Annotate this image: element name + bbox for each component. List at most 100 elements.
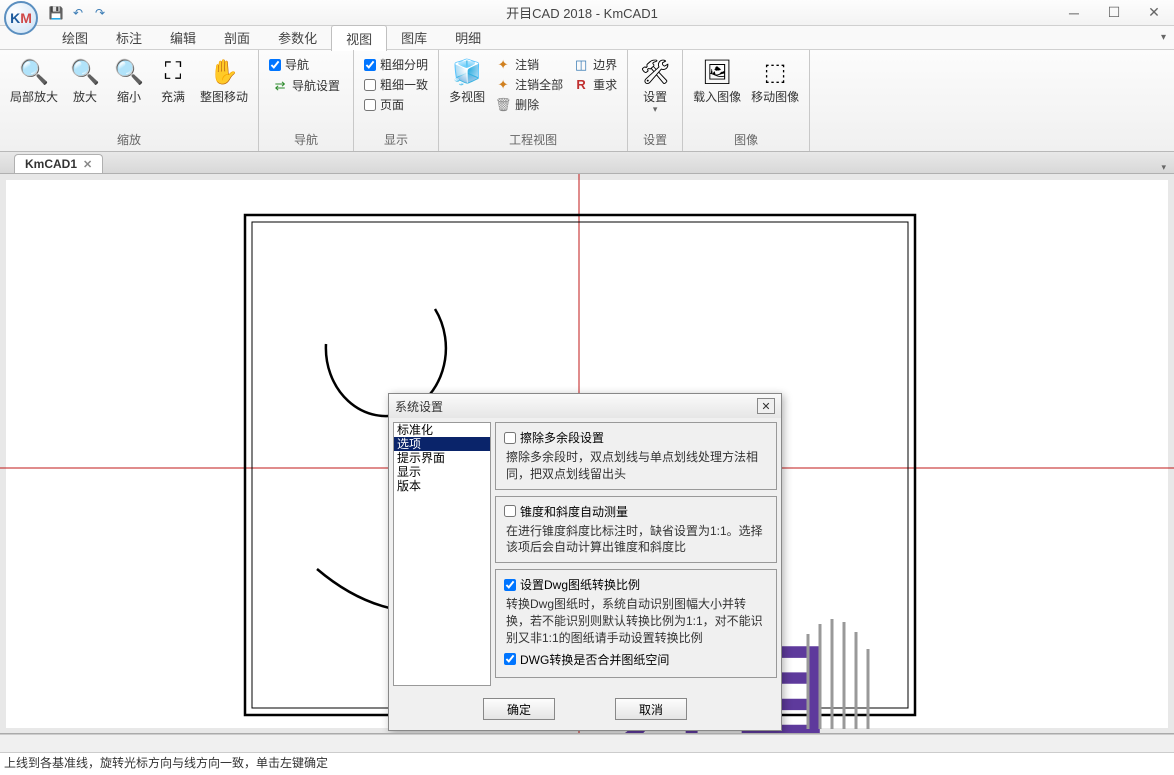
thick-thin-clear-checkbox[interactable]: 粗细分明: [364, 56, 428, 73]
ribbon: 🔍局部放大 🔍放大 🔍缩小 ⛶充满 ✋整图移动 缩放 导航 ⇄导航设置 导航 粗…: [0, 50, 1174, 152]
status-bar: 上线到各基准线，旋转光标方向与线方向一致，单击左键确定: [0, 752, 1174, 772]
dialog-title-bar[interactable]: 系统设置 ✕: [389, 394, 781, 418]
dwg-desc: 转换Dwg图纸时，系统自动识别图幅大小并转换，若不能识别则默认转换比例为1:1，…: [504, 596, 768, 646]
delete-button[interactable]: 🗑删除: [492, 95, 566, 114]
ribbon-group-zoom: 🔍局部放大 🔍放大 🔍缩小 ⛶充满 ✋整图移动 缩放: [0, 50, 259, 151]
menu-edit[interactable]: 编辑: [156, 25, 210, 50]
menu-library[interactable]: 图库: [387, 25, 441, 50]
system-settings-dialog: 系统设置 ✕ 标准化 选项 提示界面 显示 版本 擦除多余段设置 擦除多余段时，…: [388, 393, 782, 731]
undo-icon[interactable]: ↶: [68, 3, 88, 23]
zoom-region-icon: 🔍: [18, 56, 50, 88]
zoom-out-icon: 🔍: [113, 56, 145, 88]
nav-checkbox[interactable]: 导航: [269, 56, 343, 73]
logout-all-button[interactable]: ✦注销全部: [492, 75, 566, 94]
menu-detail[interactable]: 明细: [441, 25, 495, 50]
sidebar-item-display[interactable]: 显示: [394, 465, 490, 479]
menu-draw[interactable]: 绘图: [48, 25, 102, 50]
pan-icon: ✋: [208, 56, 240, 88]
document-tabs: KmCAD1 ✕ ▾: [0, 152, 1174, 174]
logout-button[interactable]: ✦注销: [492, 55, 566, 74]
sidebar-item-options[interactable]: 选项: [394, 437, 490, 451]
app-icon: KM: [4, 1, 38, 35]
delete-icon: 🗑: [495, 97, 511, 113]
erase-segments-desc: 擦除多余段时，双点划线与单点划线处理方法相同，把双点划线留出头: [504, 449, 768, 483]
boundary-icon: ◫: [573, 57, 589, 73]
sidebar-item-standard[interactable]: 标准化: [394, 423, 490, 437]
nav-settings-icon: ⇄: [272, 78, 288, 94]
load-image-icon: 🖼: [701, 56, 733, 88]
settings-button[interactable]: 🛠设置▾: [634, 54, 676, 117]
menu-bar: 绘图 标注 编辑 剖面 参数化 视图 图库 明细 ▾: [0, 26, 1174, 50]
taper-desc: 在进行锥度斜度比标注时，缺省设置为1:1。选择该项后会自动计算出锥度和斜度比: [504, 523, 768, 557]
option-erase-segments: 擦除多余段设置 擦除多余段时，双点划线与单点划线处理方法相同，把双点划线留出头: [495, 422, 777, 490]
load-image-button[interactable]: 🖼载入图像: [689, 54, 745, 106]
dwg-ratio-checkbox[interactable]: 设置Dwg图纸转换比例: [504, 576, 768, 593]
redo-icon[interactable]: ↷: [90, 3, 110, 23]
option-dwg: 设置Dwg图纸转换比例 转换Dwg图纸时，系统自动识别图幅大小并转换，若不能识别…: [495, 569, 777, 677]
menu-annotate[interactable]: 标注: [102, 25, 156, 50]
maximize-button[interactable]: ☐: [1094, 0, 1134, 26]
dialog-close-button[interactable]: ✕: [757, 398, 775, 414]
document-tab-label: KmCAD1: [25, 157, 77, 171]
resolve-button[interactable]: R重求: [570, 75, 620, 94]
group-label-engview: 工程视图: [445, 129, 621, 151]
zoom-in-icon: 🔍: [69, 56, 101, 88]
dialog-sidebar: 标准化 选项 提示界面 显示 版本: [393, 422, 491, 686]
menu-dropdown-icon[interactable]: ▾: [1161, 32, 1166, 43]
ribbon-group-image: 🖼载入图像 ⬚移动图像 图像: [683, 50, 810, 151]
sidebar-item-version[interactable]: 版本: [394, 479, 490, 493]
tab-close-icon[interactable]: ✕: [83, 158, 92, 171]
multiview-icon: 🧊: [451, 56, 483, 88]
ok-button[interactable]: 确定: [483, 698, 555, 720]
dwg-merge-checkbox[interactable]: DWG转换是否合并图纸空间: [504, 651, 768, 668]
sidebar-item-hints[interactable]: 提示界面: [394, 451, 490, 465]
nav-settings-button[interactable]: ⇄导航设置: [269, 76, 343, 95]
status-separator: [0, 734, 1174, 752]
quick-access-toolbar: 💾 ↶ ↷: [46, 3, 110, 23]
dialog-title: 系统设置: [395, 398, 443, 415]
pan-button[interactable]: ✋整图移动: [196, 54, 252, 106]
ribbon-group-engview: 🧊多视图 ✦注销 ✦注销全部 🗑删除 ◫边界 R重求 工程视图: [439, 50, 628, 151]
group-label-settings: 设置: [634, 129, 676, 151]
page-checkbox[interactable]: 页面: [364, 96, 428, 113]
zoom-fit-button[interactable]: ⛶充满: [152, 54, 194, 106]
thick-thin-same-checkbox[interactable]: 粗细一致: [364, 76, 428, 93]
move-image-icon: ⬚: [759, 56, 791, 88]
save-icon[interactable]: 💾: [46, 3, 66, 23]
cancel-button[interactable]: 取消: [615, 698, 687, 720]
close-button[interactable]: ✕: [1134, 0, 1174, 26]
zoom-region-button[interactable]: 🔍局部放大: [6, 54, 62, 106]
group-label-display: 显示: [360, 129, 432, 151]
chevron-down-icon: ▾: [653, 104, 658, 115]
tabs-dropdown-icon[interactable]: ▾: [1161, 162, 1166, 173]
document-tab[interactable]: KmCAD1 ✕: [14, 154, 103, 173]
menu-view[interactable]: 视图: [331, 25, 387, 51]
ribbon-group-settings: 🛠设置▾ 设置: [628, 50, 683, 151]
drawing-canvas[interactable]: K M S oft 开目 系统设置 ✕ 标准化 选项 提示界面 显示 版本: [0, 174, 1174, 734]
resolve-icon: R: [573, 77, 589, 93]
erase-segments-checkbox[interactable]: 擦除多余段设置: [504, 429, 768, 446]
zoom-in-button[interactable]: 🔍放大: [64, 54, 106, 106]
window-controls: ─ ☐ ✕: [1054, 0, 1174, 26]
taper-checkbox[interactable]: 锥度和斜度自动测量: [504, 503, 768, 520]
group-label-zoom: 缩放: [6, 129, 252, 151]
boundary-button[interactable]: ◫边界: [570, 55, 620, 74]
menu-section[interactable]: 剖面: [210, 25, 264, 50]
ribbon-group-display: 粗细分明 粗细一致 页面 显示: [354, 50, 439, 151]
dialog-content: 擦除多余段设置 擦除多余段时，双点划线与单点划线处理方法相同，把双点划线留出头 …: [495, 422, 777, 686]
group-label-image: 图像: [689, 129, 803, 151]
zoom-out-button[interactable]: 🔍缩小: [108, 54, 150, 106]
minimize-button[interactable]: ─: [1054, 0, 1094, 26]
menu-parametric[interactable]: 参数化: [264, 25, 331, 50]
ribbon-group-nav: 导航 ⇄导航设置 导航: [259, 50, 354, 151]
status-text: 上线到各基准线，旋转光标方向与线方向一致，单击左键确定: [4, 754, 328, 771]
move-image-button[interactable]: ⬚移动图像: [747, 54, 803, 106]
zoom-fit-icon: ⛶: [157, 56, 189, 88]
multiview-button[interactable]: 🧊多视图: [445, 54, 489, 106]
group-label-nav: 导航: [265, 129, 347, 151]
logout-icon: ✦: [495, 57, 511, 73]
settings-icon: 🛠: [639, 56, 671, 88]
logout-all-icon: ✦: [495, 77, 511, 93]
window-title: 开目CAD 2018 - KmCAD1: [110, 3, 1054, 22]
dialog-buttons: 确定 取消: [389, 690, 781, 730]
